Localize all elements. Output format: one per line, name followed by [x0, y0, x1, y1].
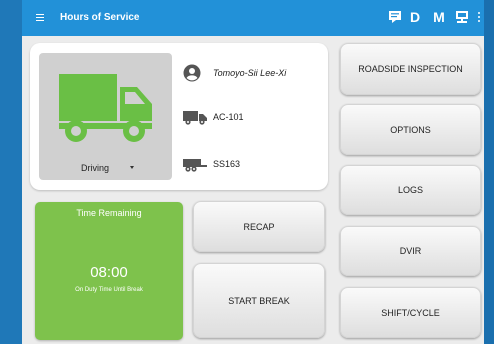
- time-remaining-subtitle: On Duty Time Until Break: [75, 287, 143, 293]
- account-circle-icon: [183, 64, 213, 82]
- trailer-icon: [183, 156, 213, 172]
- message-icon[interactable]: [387, 9, 403, 25]
- roadside-inspection-button[interactable]: ROADSIDE INSPECTION: [340, 43, 481, 95]
- time-remaining-card[interactable]: Time Remaining 08:00 On Duty Time Until …: [35, 202, 183, 340]
- time-remaining-value: 08:00: [90, 264, 128, 281]
- vehicle-icon: [183, 109, 213, 125]
- truck-icon: [59, 74, 152, 142]
- driver-name: Tomoyo-Sii Lee-Xi: [213, 68, 287, 78]
- trailer-row[interactable]: SS163: [183, 156, 240, 172]
- vehicle-id: AC-101: [213, 112, 244, 122]
- dvir-button[interactable]: DVIR: [340, 226, 481, 276]
- start-break-button[interactable]: START BREAK: [193, 263, 325, 338]
- app-bar: Hours of Service D M: [22, 0, 484, 36]
- vehicle-row[interactable]: AC-101: [183, 109, 244, 125]
- time-remaining-title: Time Remaining: [76, 208, 142, 218]
- left-edge: [0, 0, 22, 344]
- more-vert-icon[interactable]: [478, 12, 481, 23]
- driver-row[interactable]: Tomoyo-Sii Lee-Xi: [183, 64, 286, 82]
- chevron-down-icon: [130, 166, 134, 169]
- dashboard: Driving Tomoyo-Sii Lee-Xi AC-101 SS163 T…: [22, 36, 484, 344]
- menu-icon[interactable]: [36, 14, 44, 21]
- right-edge: [484, 0, 494, 344]
- logs-button[interactable]: LOGS: [340, 165, 481, 215]
- app-title: Hours of Service: [60, 12, 140, 23]
- driver-d-button[interactable]: D: [408, 9, 422, 25]
- recap-button[interactable]: RECAP: [193, 201, 325, 252]
- device-icon[interactable]: [454, 9, 470, 25]
- duty-status-panel[interactable]: Driving: [39, 53, 172, 180]
- mode-m-button[interactable]: M: [432, 9, 446, 25]
- trailer-id: SS163: [213, 159, 241, 169]
- options-button[interactable]: OPTIONS: [340, 104, 481, 155]
- duty-status-label: Driving: [81, 163, 110, 173]
- status-card: Driving Tomoyo-Sii Lee-Xi AC-101 SS163: [30, 43, 328, 190]
- shift-cycle-button[interactable]: SHIFT/CYCLE: [340, 287, 481, 338]
